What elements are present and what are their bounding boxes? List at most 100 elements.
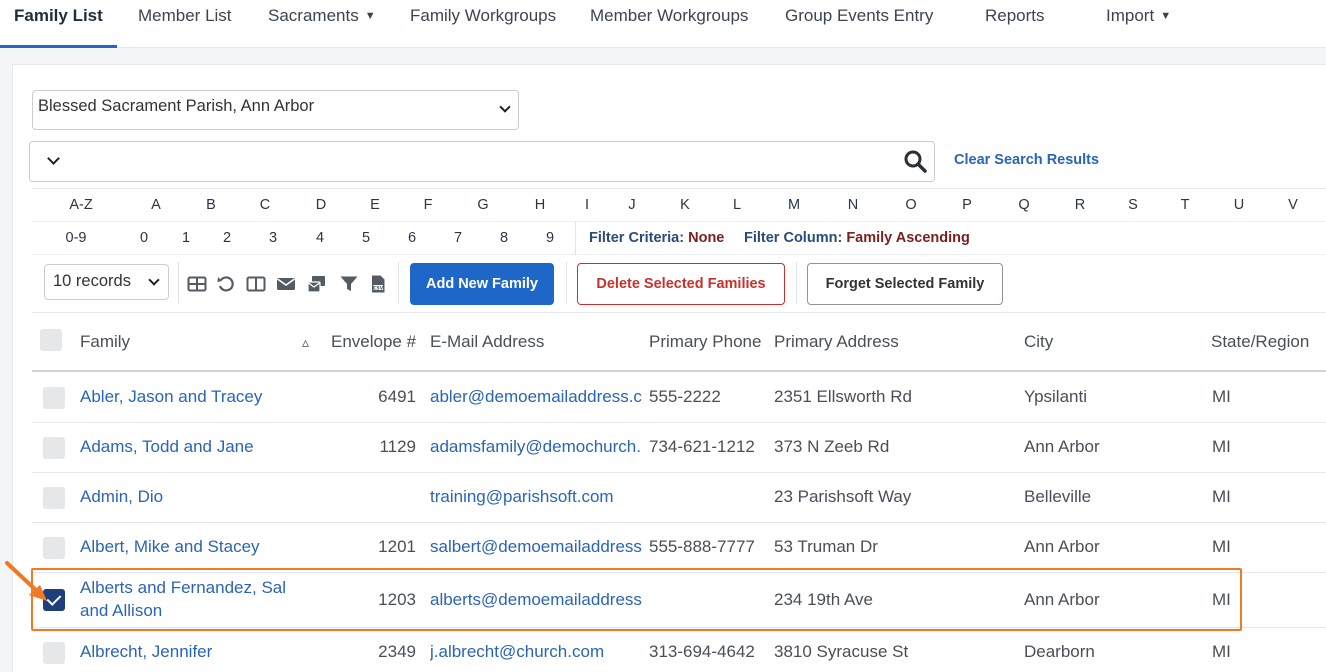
chevron-down-icon[interactable]: [47, 152, 60, 165]
add-new-family-button[interactable]: Add New Family: [410, 263, 554, 305]
family-name-link[interactable]: Alberts and Fernandez, Sal and Allison: [80, 576, 305, 622]
filter-criteria: Filter Criteria: None: [589, 230, 724, 246]
filter-key[interactable]: 8: [500, 230, 508, 246]
forget-selected-family-button[interactable]: Forget Selected Family: [807, 263, 1003, 305]
column-header-address[interactable]: Primary Address: [774, 332, 899, 352]
table-view-icon[interactable]: [187, 274, 207, 294]
filter-key[interactable]: 5: [362, 230, 370, 246]
filter-key[interactable]: F: [424, 197, 433, 213]
family-name-link[interactable]: Albert, Mike and Stacey: [80, 537, 320, 557]
email-link[interactable]: alberts@demoemailaddress: [430, 590, 643, 610]
filter-key[interactable]: Q: [1018, 197, 1029, 213]
reset-icon[interactable]: [216, 274, 236, 294]
column-header-city[interactable]: City: [1024, 332, 1053, 352]
delete-selected-families-button[interactable]: Delete Selected Families: [577, 263, 785, 305]
filter-key[interactable]: T: [1181, 197, 1190, 213]
filter-icon[interactable]: [339, 274, 359, 294]
column-header-email[interactable]: E-Mail Address: [430, 332, 544, 352]
filter-key[interactable]: S: [1128, 197, 1138, 213]
search-icon[interactable]: [903, 149, 927, 173]
search-bar[interactable]: [29, 141, 935, 182]
tab-member-list[interactable]: Member List: [138, 0, 232, 48]
filter-key[interactable]: 1: [182, 230, 190, 246]
parish-select[interactable]: Blessed Sacrament Parish, Ann Arbor: [32, 90, 519, 130]
filter-key[interactable]: J: [628, 197, 635, 213]
email-link[interactable]: abler@demoemailaddress.c: [430, 387, 643, 407]
filter-key[interactable]: B: [206, 197, 216, 213]
state: MI: [1212, 642, 1231, 661]
select-all-checkbox[interactable]: [40, 329, 62, 351]
table-row: Albrecht, Jennifer 2349 j.albrecht@churc…: [32, 628, 1326, 672]
tab-family-workgroups[interactable]: Family Workgroups: [410, 0, 556, 48]
row-checkbox[interactable]: [43, 642, 65, 664]
parish-select-value: Blessed Sacrament Parish, Ann Arbor: [38, 97, 315, 115]
filter-key[interactable]: O: [905, 197, 916, 213]
filter-key[interactable]: H: [535, 197, 545, 213]
filter-key[interactable]: R: [1075, 197, 1085, 213]
family-name-link[interactable]: Albrecht, Jennifer: [80, 642, 320, 662]
city: Ypsilanti: [1024, 387, 1087, 406]
column-header-family[interactable]: Family: [80, 332, 130, 352]
tab-reports[interactable]: Reports: [985, 0, 1045, 48]
filter-key[interactable]: I: [585, 197, 589, 213]
row-checkbox[interactable]: [43, 437, 65, 459]
filter-key[interactable]: L: [733, 197, 741, 213]
filter-key[interactable]: 7: [454, 230, 462, 246]
tab-sacraments[interactable]: Sacraments ▼: [268, 0, 376, 48]
tab-group-events-entry[interactable]: Group Events Entry: [785, 0, 933, 48]
filter-key[interactable]: C: [260, 197, 270, 213]
row-checkbox[interactable]: [43, 387, 65, 409]
table-row: Albert, Mike and Stacey 1201 salbert@dem…: [32, 523, 1326, 573]
state: MI: [1212, 487, 1231, 506]
filter-key[interactable]: 4: [316, 230, 324, 246]
filter-key[interactable]: 9: [546, 230, 554, 246]
csv-export-icon[interactable]: CSV: [368, 274, 388, 294]
column-header-state[interactable]: State/Region: [1211, 332, 1309, 352]
filter-key[interactable]: M: [788, 197, 800, 213]
svg-text:CSV: CSV: [373, 285, 383, 291]
row-checkbox[interactable]: [43, 487, 65, 509]
tab-import[interactable]: Import ▼: [1106, 0, 1171, 48]
filter-key[interactable]: D: [316, 197, 326, 213]
row-checkbox[interactable]: [43, 537, 65, 559]
filter-key[interactable]: A-Z: [69, 197, 92, 213]
filter-key[interactable]: 0-9: [66, 230, 87, 246]
clear-search-results-link[interactable]: Clear Search Results: [954, 152, 1099, 168]
filter-key[interactable]: V: [1288, 197, 1298, 213]
filter-key[interactable]: K: [680, 197, 690, 213]
filter-key[interactable]: 6: [408, 230, 416, 246]
city: Belleville: [1024, 487, 1092, 506]
family-name-link[interactable]: Abler, Jason and Tracey: [80, 387, 320, 407]
address: 2351 Ellsworth Rd: [774, 387, 912, 406]
table-row: Abler, Jason and Tracey 6491 abler@demoe…: [32, 373, 1326, 423]
email-link[interactable]: j.albrecht@church.com: [430, 642, 643, 662]
column-header-envelope[interactable]: Envelope #: [331, 332, 416, 352]
filter-key[interactable]: G: [477, 197, 488, 213]
email-icon[interactable]: [276, 274, 296, 294]
email-link[interactable]: salbert@demoemailaddress: [430, 537, 643, 557]
email-link[interactable]: training@parishsoft.com: [430, 487, 643, 507]
family-name-link[interactable]: Adams, Todd and Jane: [80, 437, 320, 457]
column-header-phone[interactable]: Primary Phone: [649, 332, 761, 352]
table-header: Family ▵ Envelope # E-Mail Address Prima…: [32, 313, 1326, 372]
alphabet-filter: A-Z A B C D E F G H I J K L M N O P Q R …: [32, 188, 1326, 255]
mail-merge-icon[interactable]: [307, 274, 327, 294]
family-name-link[interactable]: Admin, Dio: [80, 487, 320, 507]
filter-key[interactable]: P: [962, 197, 972, 213]
sort-ascending-icon[interactable]: ▵: [302, 334, 309, 351]
filter-key[interactable]: N: [848, 197, 858, 213]
tab-member-workgroups[interactable]: Member Workgroups: [590, 0, 748, 48]
filter-key[interactable]: 0: [140, 230, 148, 246]
city: Dearborn: [1024, 642, 1095, 661]
filter-column-value: Family Ascending: [846, 230, 970, 246]
records-per-page-select[interactable]: 10 records: [44, 264, 169, 300]
filter-key[interactable]: 3: [269, 230, 277, 246]
filter-key[interactable]: E: [370, 197, 380, 213]
email-link[interactable]: adamsfamily@demochurch.: [430, 437, 643, 457]
filter-key[interactable]: 2: [223, 230, 231, 246]
tab-family-list[interactable]: Family List: [0, 0, 117, 48]
filter-key[interactable]: A: [151, 197, 161, 213]
columns-icon[interactable]: [246, 274, 266, 294]
filter-key[interactable]: U: [1234, 197, 1244, 213]
tab-label: Family Workgroups: [410, 6, 557, 25]
